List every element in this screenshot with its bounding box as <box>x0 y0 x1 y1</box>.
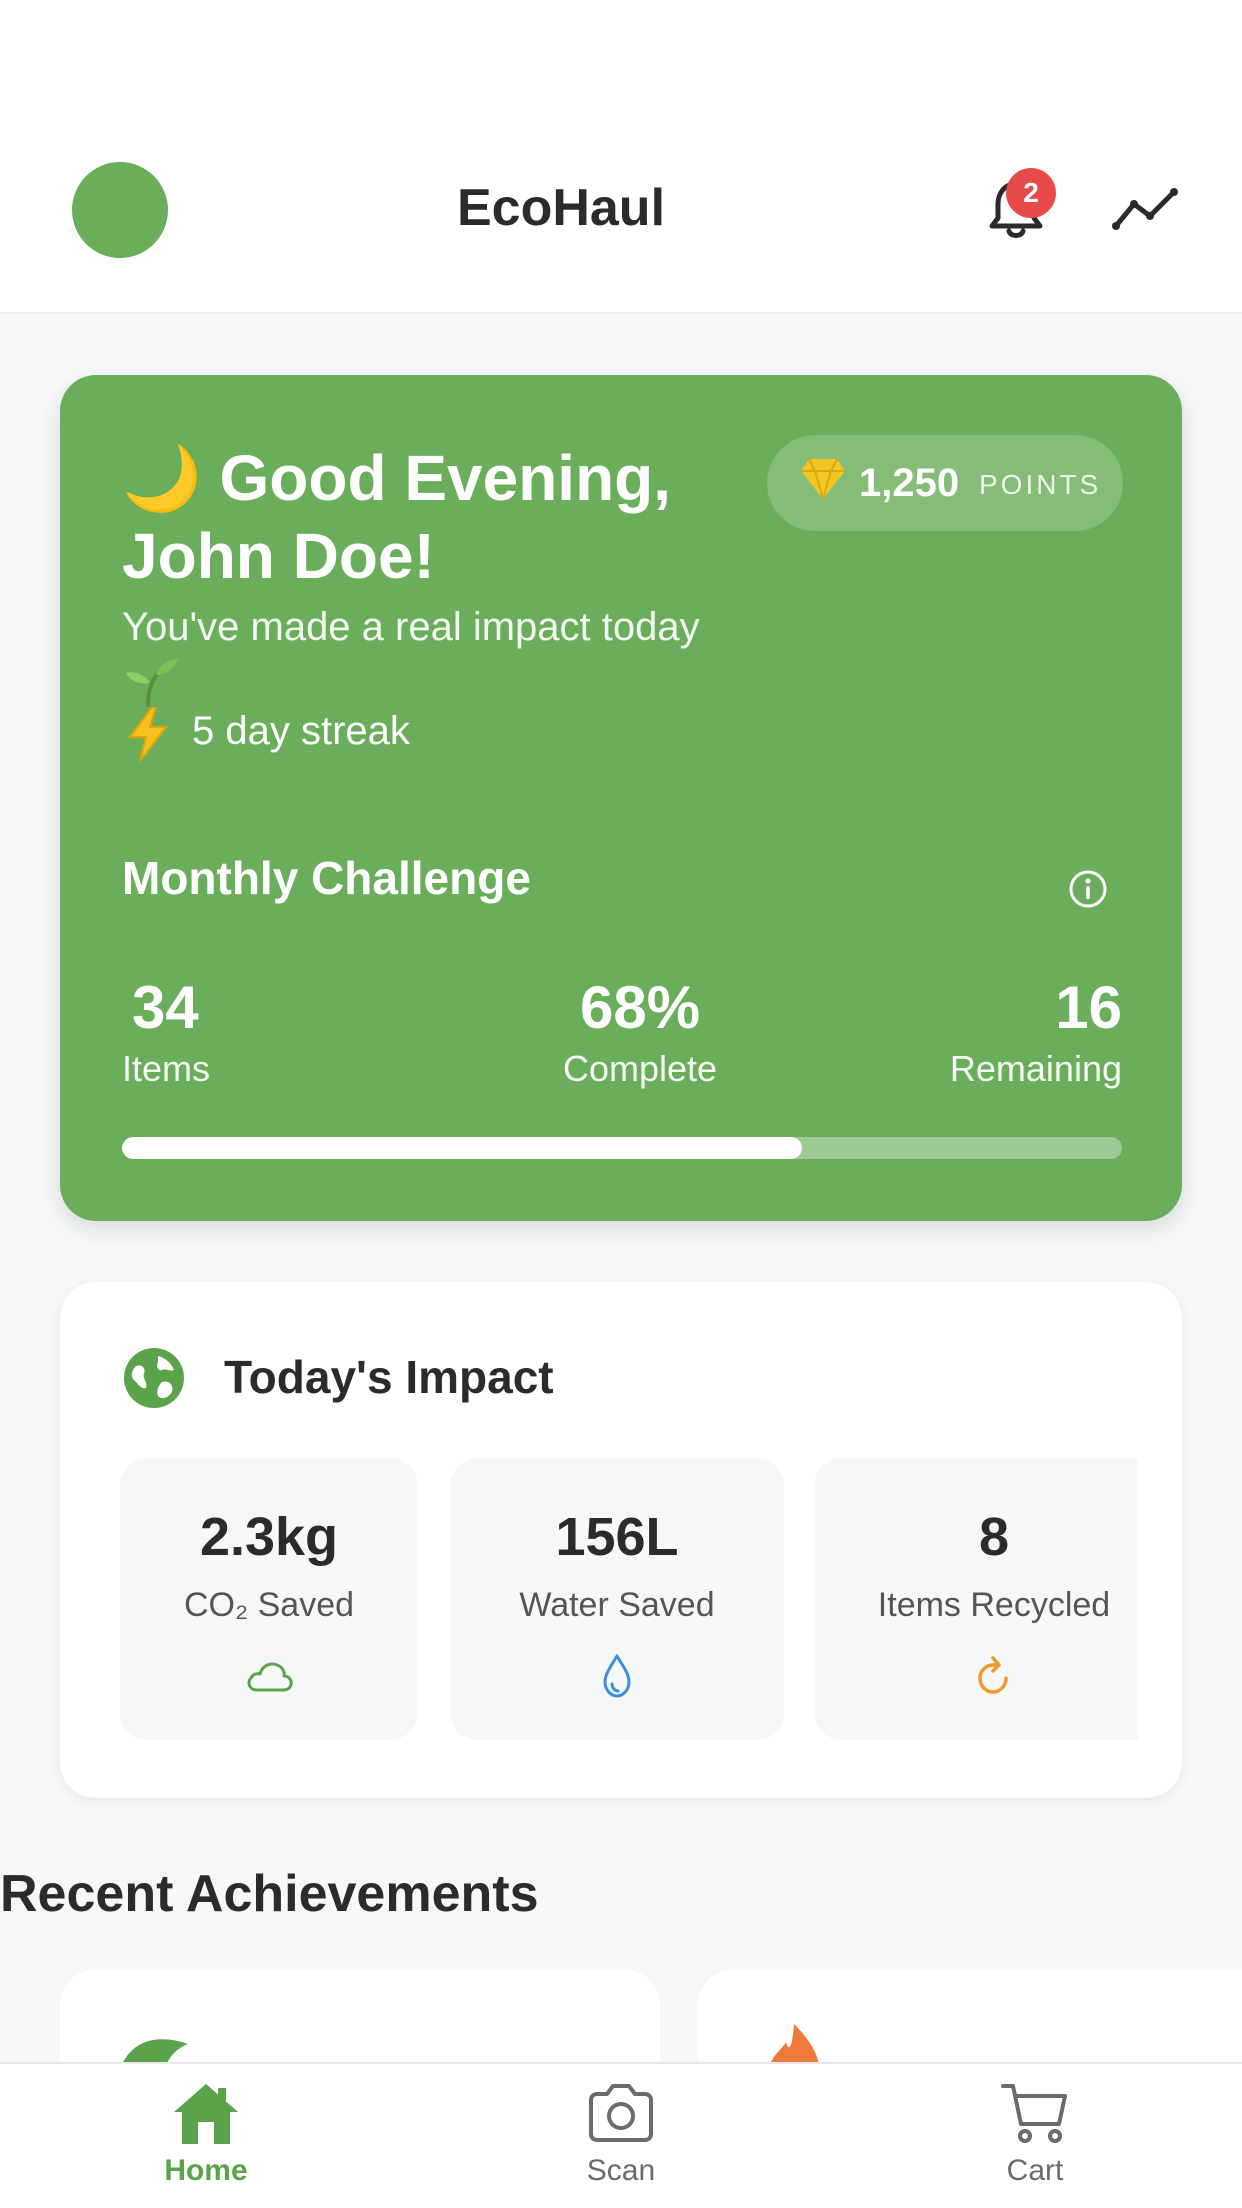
streak-text: 5 day streak <box>192 709 410 753</box>
challenge-title: Monthly Challenge <box>122 852 531 904</box>
impact-tile-water: 156L Water Saved <box>450 1458 784 1740</box>
lightning-icon <box>128 707 169 761</box>
impact-subtitle: You've made a real impact today <box>122 605 700 649</box>
achievements-title: Recent Achievements <box>0 1865 539 1923</box>
nav-label: Home <box>164 2154 248 2187</box>
greeting-card: 🌙 Good Evening, John Doe! 1,250 POINTS Y… <box>60 375 1182 1221</box>
challenge-progress-fill <box>122 1137 802 1159</box>
recycle-refresh-icon <box>978 1656 1008 1694</box>
stats-button[interactable] <box>1112 186 1180 234</box>
globe-icon <box>124 1348 184 1408</box>
tile-label: Water Saved <box>519 1586 715 1624</box>
nav-home[interactable]: Home <box>106 2080 306 2188</box>
challenge-stat-complete: 68% Complete <box>500 973 780 1090</box>
greeting-text: Good Evening, John Doe! <box>122 442 672 592</box>
trend-line-icon <box>1112 188 1178 230</box>
tile-value: 2.3kg <box>199 1507 339 1567</box>
tile-label: CO₂ Saved <box>183 1586 355 1624</box>
challenge-stat-items: 34 Items <box>122 973 210 1090</box>
app-title: EcoHaul <box>456 179 666 237</box>
cloud-icon <box>247 1662 293 1692</box>
greeting-heading: 🌙 Good Evening, John Doe! <box>122 439 762 595</box>
challenge-stat-remaining: 16 Remaining <box>922 973 1122 1090</box>
remaining-count: 16 <box>1055 974 1122 1041</box>
items-count: 34 <box>132 974 199 1041</box>
cart-icon <box>1001 2084 1067 2143</box>
challenge-progress-bar <box>122 1137 1122 1159</box>
tile-label: Items Recycled <box>877 1586 1111 1624</box>
points-unit: POINTS <box>979 469 1102 500</box>
items-label: Items <box>122 1048 211 1089</box>
impact-tile-recycled: 8 Items Recycled <box>814 1458 1138 1740</box>
camera-icon <box>589 2084 653 2142</box>
home-icon <box>174 2084 238 2144</box>
points-value: 1,250 <box>859 461 960 505</box>
complete-percent: 68% <box>579 974 701 1041</box>
info-icon[interactable] <box>1068 869 1108 909</box>
notification-count-badge: 2 <box>1006 168 1056 218</box>
bottom-navigation: Home Scan Cart <box>0 2062 1242 2208</box>
seedling-icon <box>126 659 178 707</box>
impact-tiles-row[interactable]: 2.3kg CO₂ Saved 156L Water Saved 8 Items… <box>120 1458 1138 1740</box>
todays-impact-card: Today's Impact 2.3kg CO₂ Saved 156L Wate… <box>60 1282 1182 1798</box>
impact-tile-co2: 2.3kg CO₂ Saved <box>120 1458 418 1740</box>
tile-value: 156L <box>555 1507 679 1567</box>
nav-scan[interactable]: Scan <box>521 2080 721 2188</box>
nav-label: Cart <box>1006 2154 1064 2187</box>
moon-icon: 🌙 <box>122 442 202 514</box>
nav-label: Scan <box>586 2154 656 2187</box>
tile-value: 8 <box>978 1507 1010 1567</box>
diamond-icon <box>801 458 845 501</box>
complete-label: Complete <box>562 1048 718 1089</box>
nav-cart[interactable]: Cart <box>935 2080 1135 2188</box>
points-badge[interactable]: 1,250 POINTS <box>767 435 1123 531</box>
top-app-bar: EcoHaul 2 <box>0 0 1242 314</box>
water-drop-icon <box>603 1654 631 1698</box>
remaining-label: Remaining <box>949 1048 1122 1089</box>
impact-title: Today's Impact <box>224 1351 554 1403</box>
